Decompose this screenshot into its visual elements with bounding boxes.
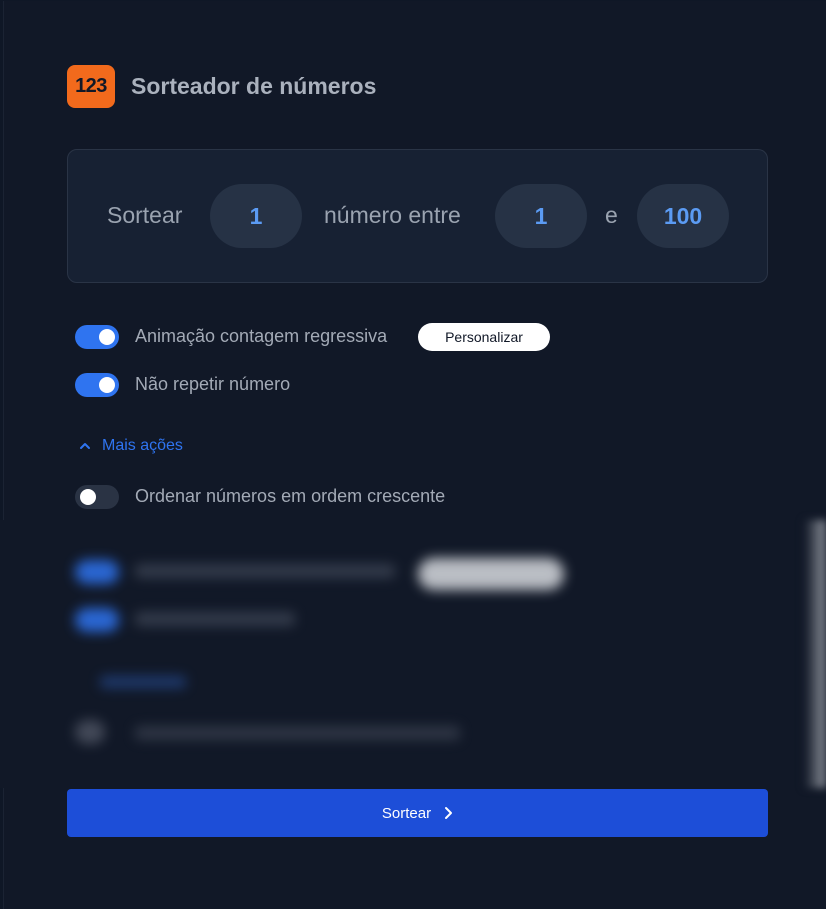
blur-edge [804, 520, 826, 788]
no-repeat-toggle[interactable] [75, 373, 119, 397]
toggle-knob [99, 329, 115, 345]
chevron-up-icon [80, 443, 90, 449]
sort-ascending-label: Ordenar números em ordem crescente [135, 486, 446, 506]
submit-label: Sortear [381, 804, 432, 822]
draw-middle-label: número entre [324, 202, 461, 228]
chevron-right-icon [445, 807, 453, 819]
toggle-knob [99, 377, 115, 393]
customize-button[interactable]: Personalizar [418, 323, 550, 351]
no-repeat-label: Não repetir número [135, 374, 291, 394]
min-input[interactable]: 1 [495, 184, 587, 248]
draw-submit-button[interactable]: Sortear [67, 789, 768, 837]
max-input[interactable]: 100 [637, 184, 729, 248]
toggle-knob [80, 489, 96, 505]
blurred-duplicate [0, 520, 826, 788]
countdown-label: Animação contagem regressiva [135, 326, 388, 346]
numbers-icon: 123 [67, 65, 115, 108]
sort-ascending-toggle[interactable] [75, 485, 119, 509]
countdown-toggle[interactable] [75, 325, 119, 349]
draw-prefix-label: Sortear [107, 202, 183, 228]
page-title: Sorteador de números [131, 73, 377, 99]
quantity-input[interactable]: 1 [210, 184, 302, 248]
more-actions-label: Mais ações [102, 437, 183, 454]
app-header: 123 Sorteador de números [67, 65, 376, 108]
blurred-overlay [0, 520, 826, 788]
more-actions-toggle[interactable]: Mais ações [78, 437, 183, 455]
draw-conjunction-label: e [605, 202, 618, 228]
